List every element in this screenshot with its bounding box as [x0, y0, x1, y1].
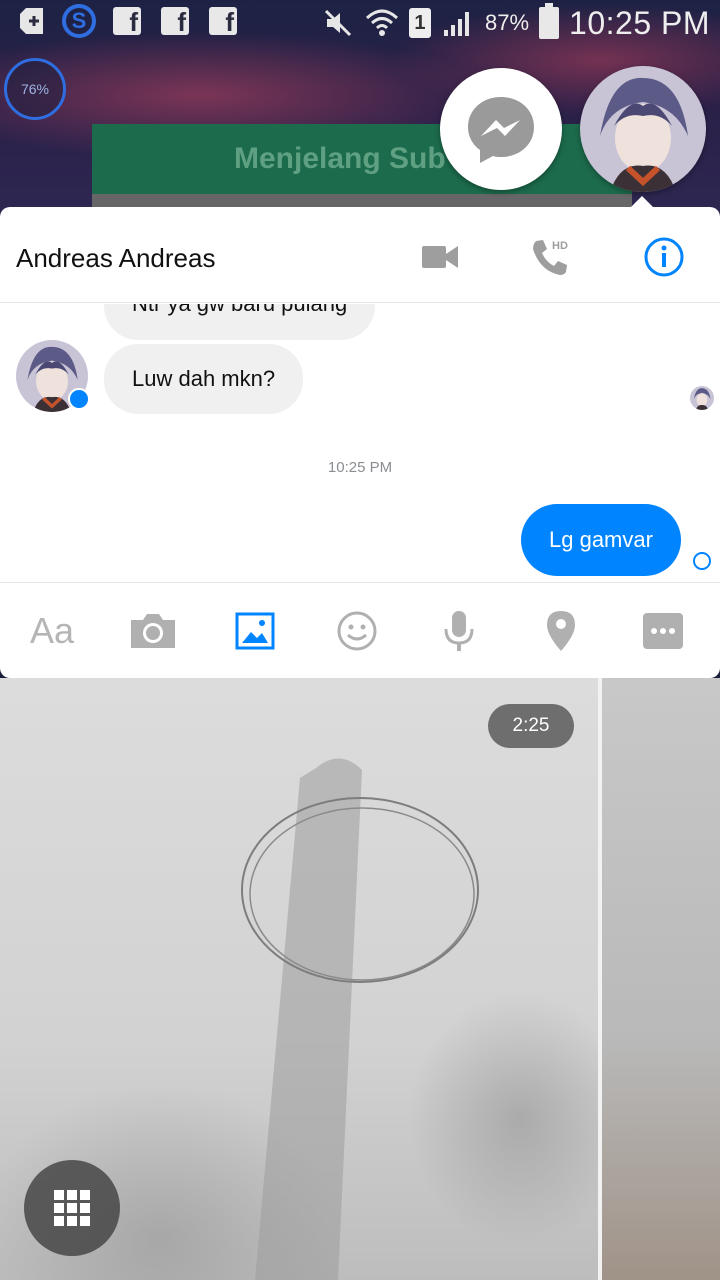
- video-call-button[interactable]: [418, 235, 462, 279]
- s-app-icon: S: [62, 4, 96, 38]
- message-bubble-incoming[interactable]: Luw dah mkn?: [104, 344, 304, 414]
- avatar-icon: [580, 66, 706, 192]
- conversation-header: Andreas Andreas HD: [0, 207, 720, 303]
- usage-percent-widget[interactable]: 76%: [4, 58, 66, 120]
- sim-slot-indicator: 1: [408, 8, 431, 38]
- composer-toolbar: Aa: [0, 582, 720, 678]
- sent-status-icon: [693, 552, 711, 570]
- location-icon: [547, 611, 575, 651]
- facebook-icon: f: [206, 4, 240, 38]
- location-button[interactable]: [535, 607, 587, 655]
- contact-chat-head[interactable]: [580, 66, 706, 192]
- add-box-icon: [14, 4, 48, 38]
- gallery-icon: [235, 612, 275, 650]
- open-gallery-button[interactable]: [24, 1160, 120, 1256]
- facebook-icon: f: [158, 4, 192, 38]
- signal-icon: [441, 6, 475, 40]
- info-button[interactable]: [642, 235, 686, 279]
- avatar-icon: [690, 386, 714, 410]
- facebook-icon: f: [110, 4, 144, 38]
- messenger-chat-head[interactable]: [440, 68, 562, 190]
- microphone-icon: [444, 611, 474, 651]
- seen-indicator-avatar: [690, 386, 714, 410]
- camera-button[interactable]: [127, 607, 179, 655]
- video-duration-badge: 2:25: [488, 704, 574, 748]
- message-bubble-incoming[interactable]: Ntr ya gw baru pulang: [104, 304, 376, 340]
- message-list[interactable]: Ntr ya gw baru pulang Luw dah mkn?: [0, 304, 720, 582]
- chat-panel: Andreas Andreas HD Ntr ya gw baru pulang: [0, 207, 720, 678]
- battery-percent: 87%: [484, 10, 530, 35]
- background-banner-strip: [92, 194, 632, 208]
- status-bar: S f f f 1 87% 10:25 PM: [0, 0, 720, 46]
- hd-phone-icon: HD: [533, 240, 568, 275]
- clock: 10:25 PM: [569, 4, 710, 41]
- contact-name[interactable]: Andreas Andreas: [16, 243, 215, 274]
- emoji-icon: [337, 611, 377, 651]
- battery-icon: [539, 3, 560, 39]
- svg-text:HD: HD: [552, 240, 568, 252]
- microphone-button[interactable]: [433, 607, 485, 655]
- emoji-button[interactable]: [331, 607, 383, 655]
- sender-avatar[interactable]: [16, 340, 90, 412]
- gallery-thumbnail[interactable]: [602, 678, 720, 1280]
- more-icon: [643, 613, 683, 649]
- muted-icon: [321, 6, 355, 40]
- hd-voice-call-button[interactable]: HD: [528, 235, 572, 279]
- gallery-button[interactable]: [229, 607, 281, 655]
- messenger-icon: [468, 97, 534, 163]
- camera-icon: [131, 614, 175, 648]
- media-tray: 2:25: [0, 678, 720, 1280]
- messenger-badge-icon: [68, 388, 90, 410]
- info-icon: [644, 237, 684, 277]
- more-options-button[interactable]: [637, 607, 689, 655]
- grid-icon: [54, 1190, 90, 1226]
- wifi-icon: [365, 6, 399, 40]
- message-bubble-outgoing[interactable]: Lg gamvar: [521, 504, 681, 576]
- message-timestamp: 10:25 PM: [327, 459, 393, 476]
- video-call-icon: [422, 246, 458, 268]
- text-input-button[interactable]: Aa: [26, 607, 78, 655]
